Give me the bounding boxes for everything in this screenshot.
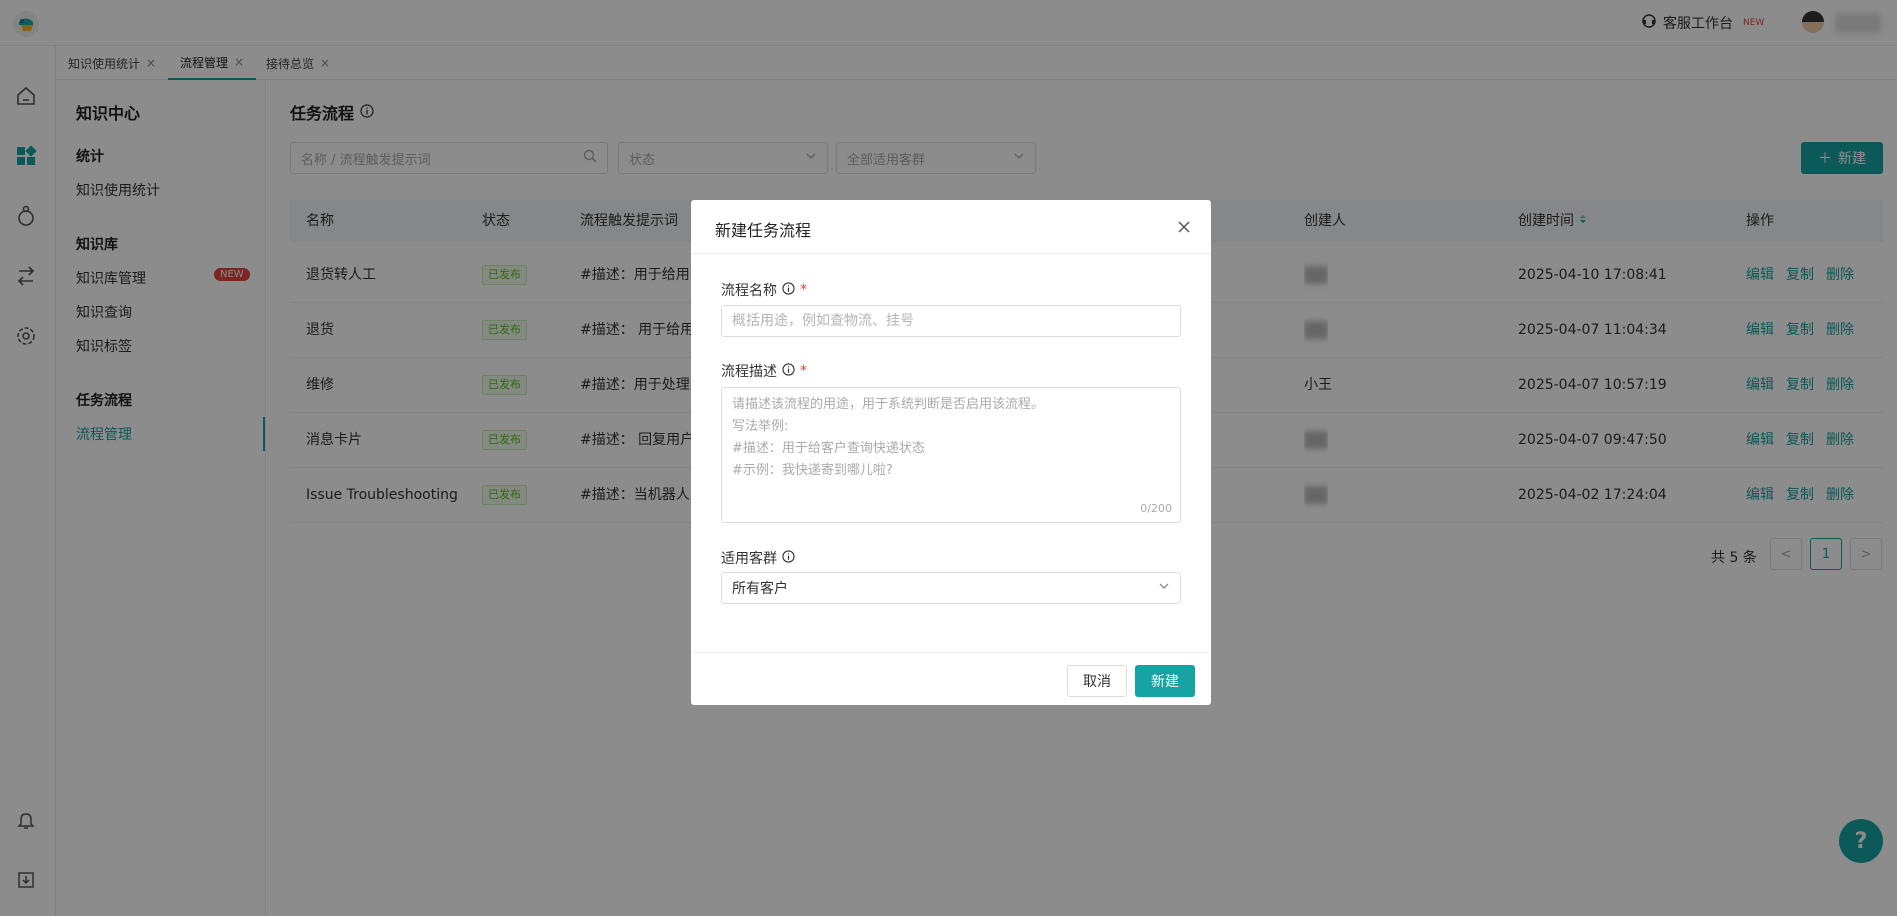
- name-field-label: 流程名称 *: [721, 280, 807, 300]
- required-mark: *: [800, 363, 807, 379]
- flow-name-input[interactable]: [721, 305, 1181, 337]
- audience-label-text: 适用客群: [721, 551, 777, 567]
- dialog-header: 新建任务流程: [691, 200, 1211, 254]
- desc-placeholder-line: 请描述该流程的用途，用于系统判断是否启用该流程。: [732, 397, 1045, 412]
- name-label-text: 流程名称: [721, 283, 777, 299]
- close-icon[interactable]: [1175, 218, 1193, 236]
- audience-field-label: 适用客群: [721, 548, 795, 568]
- desc-field-label: 流程描述 *: [721, 361, 807, 381]
- required-mark: *: [800, 282, 807, 298]
- char-counter: 0/200: [1140, 502, 1172, 515]
- chevron-down-icon: [1158, 580, 1170, 596]
- dialog-title: 新建任务流程: [715, 221, 812, 240]
- desc-label-text: 流程描述: [721, 364, 777, 380]
- audience-selected-value: 所有客户: [732, 581, 788, 597]
- info-icon[interactable]: [782, 549, 795, 567]
- cancel-button[interactable]: 取消: [1067, 665, 1127, 697]
- info-icon[interactable]: [782, 362, 795, 380]
- new-flow-dialog: 新建任务流程 流程名称 * 流程描述 * 请描述该流程的用途，用于系统判断是否启…: [691, 200, 1211, 705]
- info-icon[interactable]: [782, 281, 795, 299]
- dialog-footer: 取消 新建: [691, 652, 1211, 705]
- desc-placeholder-line: #示例：我快递寄到哪儿啦?: [732, 463, 893, 478]
- audience-dropdown[interactable]: 所有客户: [721, 572, 1181, 604]
- desc-placeholder-line: 写法举例:: [732, 419, 789, 434]
- desc-placeholder-line: #描述：用于给客户查询快递状态: [732, 441, 925, 456]
- create-button[interactable]: 新建: [1135, 665, 1195, 697]
- flow-description-textarea[interactable]: 请描述该流程的用途，用于系统判断是否启用该流程。 写法举例: #描述：用于给客户…: [721, 387, 1181, 523]
